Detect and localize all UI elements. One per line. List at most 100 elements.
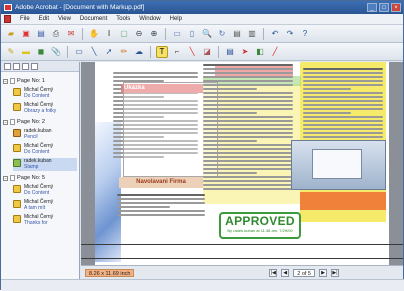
menu-window[interactable]: Window <box>139 16 160 22</box>
pencil-tool-icon[interactable]: ✏ <box>118 46 130 58</box>
note-icon <box>13 200 21 208</box>
two-page-icon[interactable]: ▥ <box>246 28 258 40</box>
create-pdf-icon[interactable]: ▣ <box>20 28 32 40</box>
undo-icon[interactable]: ↶ <box>269 28 281 40</box>
document-view[interactable]: Ukázka Navolavani Firma APPROVED By rade… <box>81 62 403 265</box>
collapse-icon[interactable]: − <box>3 78 8 84</box>
review-icon[interactable]: ➤ <box>239 46 251 58</box>
menu-bar: File Edit View Document Tools Window Hel… <box>1 14 403 25</box>
print-icon[interactable]: ⎙ <box>50 28 62 40</box>
bottom-strip <box>1 279 404 291</box>
page-node-label: Page No: 1 <box>17 78 45 84</box>
first-page-button[interactable]: |◀ <box>269 268 278 277</box>
zoom-icon[interactable]: 🔍 <box>201 28 213 40</box>
tree-page-node[interactable]: − Page No: 5 <box>3 174 77 182</box>
pdf-page: Ukázka Navolavani Firma APPROVED By rade… <box>95 62 389 265</box>
pane-option-icon[interactable] <box>31 63 38 70</box>
single-page-icon[interactable]: ▤ <box>231 28 243 40</box>
comments-pane: − Page No: 1 Michal Černý Do Content Mich… <box>1 62 80 280</box>
page-divider <box>81 244 403 245</box>
toolbar-separator <box>263 27 264 40</box>
callout-tool-icon[interactable]: ⌐ <box>171 46 183 58</box>
note-tool-icon[interactable]: ✎ <box>5 46 17 58</box>
email-icon[interactable]: ✉ <box>65 28 77 40</box>
menu-edit[interactable]: Edit <box>39 16 49 22</box>
document-icon <box>4 15 11 23</box>
note-icon <box>13 88 21 96</box>
red-pen-icon[interactable]: ╱ <box>269 46 281 58</box>
section-heading: Navolavani Firma <box>119 177 203 188</box>
status-bar: 8.26 x 11.69 inch |◀ ◀ 2 of 5 ▶ ▶| <box>81 265 403 279</box>
comment-item[interactable]: Michal Černý Do Content <box>13 184 77 197</box>
rotate-icon[interactable]: ↻ <box>216 28 228 40</box>
redo-icon[interactable]: ↷ <box>284 28 296 40</box>
zoom-out-icon[interactable]: ⊖ <box>133 28 145 40</box>
line-tool-icon[interactable]: ╲ <box>88 46 100 58</box>
page-icon <box>10 175 15 181</box>
page-icon <box>10 119 15 125</box>
comment-item[interactable]: radek.kuban Pencil <box>13 128 77 141</box>
comment-item[interactable]: Michal Černý Do Content <box>13 143 77 156</box>
textbox-tool-icon[interactable]: T <box>156 45 168 58</box>
fit-width-icon[interactable]: ▯ <box>186 28 198 40</box>
orange-highlight[interactable] <box>300 192 386 210</box>
toolbar-separator <box>150 45 151 58</box>
arrow-tool-icon[interactable]: ➚ <box>103 46 115 58</box>
next-page-button[interactable]: ▶ <box>319 268 327 277</box>
menu-tools[interactable]: Tools <box>116 16 130 22</box>
comment-item[interactable]: Michal Černý Do Content <box>13 87 77 100</box>
toolbar-separator <box>165 27 166 40</box>
fit-page-icon[interactable]: ▭ <box>171 28 183 40</box>
snapshot-icon[interactable]: ▢ <box>118 28 130 40</box>
minimize-button[interactable]: _ <box>367 3 377 12</box>
menu-help[interactable]: Help <box>170 16 182 22</box>
attach-icon[interactable]: 📎 <box>50 46 62 58</box>
title-bar: Adobe Acrobat - [Document with Markup.pd… <box>1 1 403 14</box>
eraser-icon[interactable]: ◪ <box>201 46 213 58</box>
comment-item[interactable]: Michal Černý Obrazy a fotky <box>13 102 77 115</box>
approved-stamp[interactable]: APPROVED By radek.kuban at 11:38 am, 7/2… <box>219 212 301 239</box>
comment-item-selected[interactable]: radek.kuban Stamp <box>13 158 77 171</box>
page-icon <box>10 78 15 84</box>
menu-file[interactable]: File <box>20 16 30 22</box>
note-icon <box>13 144 21 152</box>
pane-option-icon[interactable] <box>4 63 11 70</box>
tree-page-node[interactable]: − Page No: 2 <box>3 118 77 126</box>
page-node-label: Page No: 2 <box>17 119 45 125</box>
cloud-tool-icon[interactable]: ☁ <box>133 46 145 58</box>
save-icon[interactable]: ▤ <box>35 28 47 40</box>
comment-type: Do Content <box>24 190 50 196</box>
open-icon[interactable]: ▰ <box>5 28 17 40</box>
track-icon[interactable]: ◧ <box>254 46 266 58</box>
select-text-icon[interactable]: Ⅰ <box>103 28 115 40</box>
stamp-subtext: By radek.kuban at 11:38 am, 7/29/09 <box>227 228 293 233</box>
last-page-button[interactable]: ▶| <box>331 268 339 277</box>
collapse-icon[interactable]: − <box>3 175 8 181</box>
pane-option-icon[interactable] <box>22 63 29 70</box>
stamp-tool-icon[interactable]: ◼ <box>35 46 47 58</box>
comment-item[interactable]: Michal Černý Thanks for <box>13 214 77 227</box>
menu-document[interactable]: Document <box>80 16 107 22</box>
page-number-field[interactable]: 2 of 5 <box>293 268 315 277</box>
note-icon <box>13 185 21 193</box>
zoom-in-icon[interactable]: ⊕ <box>148 28 160 40</box>
collapse-icon[interactable]: − <box>3 119 8 125</box>
help-icon[interactable]: ? <box>299 28 311 40</box>
comment-type: Thanks for <box>24 220 48 226</box>
pane-option-icon[interactable] <box>13 63 20 70</box>
window-controls: _ □ × <box>367 3 401 12</box>
red-marker-icon[interactable]: ╲ <box>186 46 198 58</box>
menu-view[interactable]: View <box>58 16 71 22</box>
page-node-label: Page No: 5 <box>17 175 45 181</box>
previous-page-button[interactable]: ◀ <box>281 268 290 277</box>
show-comments-icon[interactable]: ▤ <box>224 46 236 58</box>
comment-item[interactable]: Michal Černý A tam mít <box>13 199 77 212</box>
tree-page-node[interactable]: − Page No: 1 <box>3 77 77 85</box>
hand-tool-icon[interactable]: ✋ <box>88 28 100 40</box>
maximize-button[interactable]: □ <box>379 3 389 12</box>
close-button[interactable]: × <box>391 3 401 12</box>
note-icon <box>13 103 21 111</box>
rectangle-tool-icon[interactable]: ▭ <box>73 46 85 58</box>
toolbar-separator <box>218 45 219 58</box>
highlight-tool-icon[interactable]: ▬ <box>20 46 32 58</box>
